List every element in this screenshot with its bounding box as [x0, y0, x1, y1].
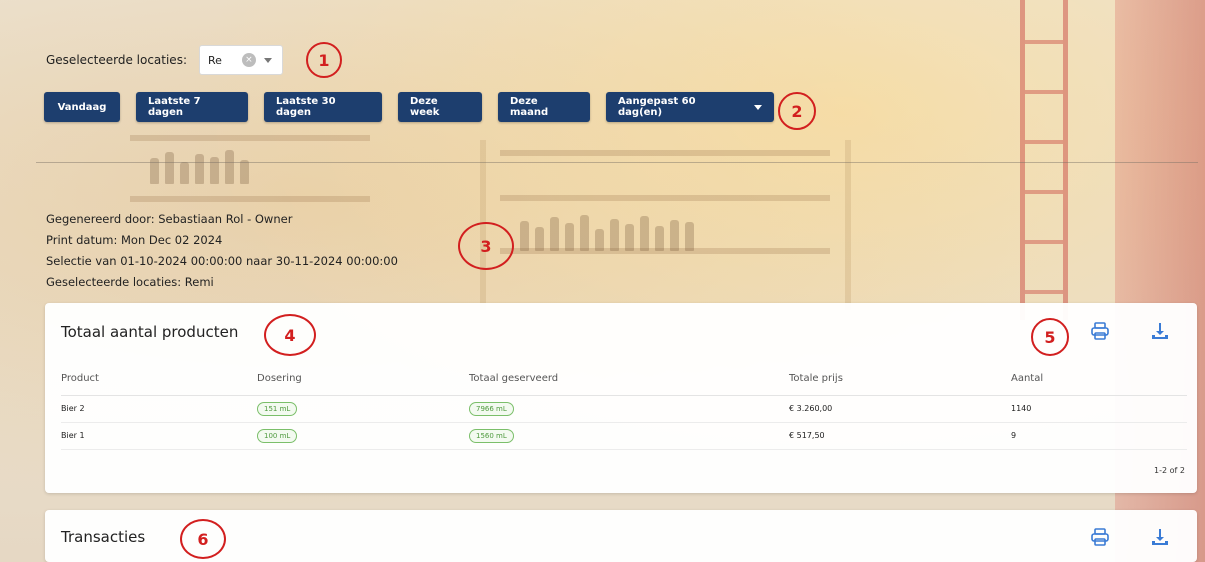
dosage-chip: 151 mL [257, 401, 298, 416]
table-row[interactable]: Bier 1 100 mL 1560 mL € 517,50 9 [61, 422, 1187, 450]
date-range-buttons: Vandaag Laatste 7 dagen Laatste 30 dagen… [44, 92, 774, 122]
printer-icon[interactable] [1087, 524, 1113, 550]
transactions-card-actions [1087, 524, 1173, 550]
download-icon[interactable] [1147, 318, 1173, 344]
this-week-button[interactable]: Deze week [398, 92, 482, 122]
cell-count: 1140 [1011, 395, 1187, 423]
selected-locations: Geselecteerde locaties: Remi [46, 275, 214, 289]
column-header-dosage[interactable]: Dosering [257, 363, 469, 396]
products-card: Totaal aantal producten Product Dosering… [45, 303, 1197, 493]
location-filter: Geselecteerde locaties: Re × [46, 45, 283, 75]
table-row[interactable]: Bier 2 151 mL 7966 mL € 3.260,00 1140 [61, 395, 1187, 423]
last-30-days-button[interactable]: Laatste 30 dagen [264, 92, 382, 122]
cell-count: 9 [1011, 422, 1187, 450]
total-served-chip: 1560 mL [469, 428, 514, 443]
clear-icon[interactable]: × [241, 53, 256, 67]
location-filter-label: Geselecteerde locaties: [46, 53, 187, 67]
annotation-4: 4 [264, 314, 316, 356]
location-select[interactable]: Re × [198, 45, 283, 75]
annotation-2: 2 [778, 92, 816, 130]
chevron-down-icon [754, 104, 762, 110]
column-header-total-price[interactable]: Totale prijs [789, 363, 1011, 396]
chevron-down-icon[interactable] [263, 57, 272, 63]
print-date: Print datum: Mon Dec 02 2024 [46, 233, 223, 247]
report-meta: Gegenereerd door: Sebastiaan Rol - Owner… [46, 209, 398, 293]
today-button[interactable]: Vandaag [44, 92, 120, 122]
cell-product: Bier 1 [61, 422, 257, 450]
cell-total-price: € 3.260,00 [789, 395, 1011, 423]
selection-range: Selectie van 01-10-2024 00:00:00 naar 30… [46, 254, 398, 268]
custom-range-dropdown[interactable]: Aangepast 60 dag(en) [606, 92, 774, 122]
custom-range-label: Aangepast 60 dag(en) [618, 96, 696, 118]
last-7-days-button[interactable]: Laatste 7 dagen [136, 92, 248, 122]
transactions-card-title: Transacties [61, 528, 146, 546]
annotation-6: 6 [180, 519, 226, 559]
cell-total-price: € 517,50 [789, 422, 1011, 450]
products-table: Product Dosering Totaal geserveerd Total… [61, 363, 1187, 450]
products-card-actions [1087, 318, 1173, 344]
total-served-chip: 7966 mL [469, 401, 514, 416]
download-icon[interactable] [1147, 524, 1173, 550]
table-header-row: Product Dosering Totaal geserveerd Total… [61, 363, 1187, 396]
printer-icon[interactable] [1087, 318, 1113, 344]
this-month-button[interactable]: Deze maand [498, 92, 590, 122]
annotation-5: 5 [1031, 318, 1069, 356]
column-header-total-served[interactable]: Totaal geserveerd [469, 363, 789, 396]
annotation-3: 3 [458, 222, 514, 270]
location-select-value: Re [207, 53, 222, 67]
cell-product: Bier 2 [61, 395, 257, 423]
annotation-1: 1 [306, 42, 342, 78]
dosage-chip: 100 mL [257, 428, 298, 443]
divider [36, 162, 1198, 163]
generated-by: Gegenereerd door: Sebastiaan Rol - Owner [46, 212, 293, 226]
column-header-product[interactable]: Product [61, 363, 257, 396]
products-card-title: Totaal aantal producten [61, 323, 239, 341]
pagination-text: 1-2 of 2 [1154, 466, 1185, 475]
column-header-count[interactable]: Aantal [1011, 363, 1187, 396]
